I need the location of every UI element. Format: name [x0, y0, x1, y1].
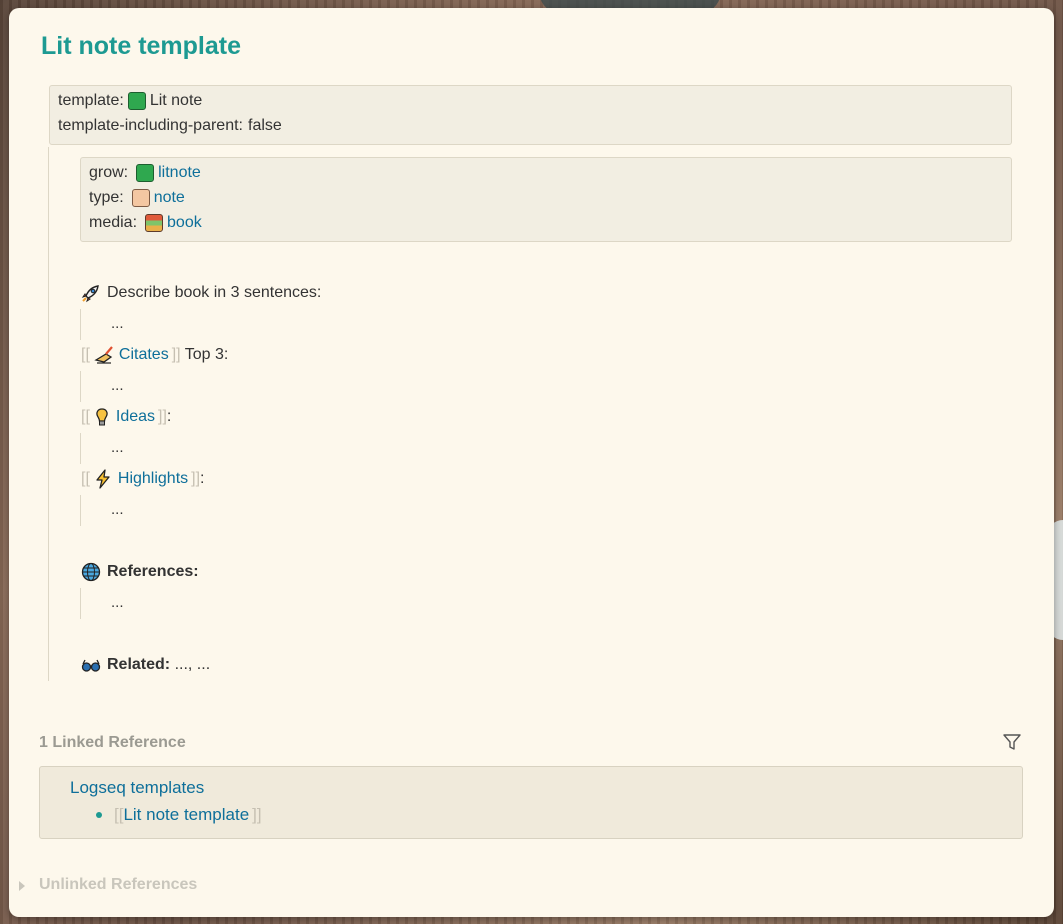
child-guide	[80, 309, 81, 340]
page-title[interactable]: Lit note template	[41, 32, 241, 61]
page-ref-bracket: ]]	[158, 408, 167, 425]
highlights-block[interactable]: [[ Highlights ]] :	[81, 469, 205, 489]
lightning-icon	[96, 469, 110, 489]
rocket-icon	[81, 285, 99, 303]
page-ref-bracket: [[	[81, 470, 90, 487]
type-property: type: note	[89, 189, 185, 207]
ideas-child[interactable]: ...	[111, 439, 124, 456]
page-ref-bracket: ]]	[252, 805, 262, 824]
highlights-child[interactable]: ...	[111, 501, 124, 518]
describe-block[interactable]: Describe book in 3 sentences:	[81, 283, 321, 303]
property-value: Lit note	[149, 92, 203, 109]
media-link[interactable]: book	[167, 214, 202, 232]
books-icon	[145, 214, 164, 232]
linked-reference-card: Logseq templates [[ Lit note template ]]	[39, 766, 1023, 839]
references-block[interactable]: References:	[81, 562, 199, 582]
unlinked-references-title[interactable]: Unlinked References	[39, 876, 197, 894]
notebook-icon	[131, 189, 150, 207]
page-ref-bracket: ]]	[191, 470, 201, 487]
citates-suffix: Top 3:	[180, 346, 229, 363]
type-link[interactable]: note	[154, 189, 185, 207]
highlights-link[interactable]: Highlights	[118, 470, 188, 488]
citates-link[interactable]: Citates	[119, 346, 169, 364]
ref-block[interactable]: [[ Lit note template ]]	[96, 805, 262, 825]
green-book-icon	[136, 164, 155, 182]
media-property: media: book	[89, 214, 202, 232]
page-card: Lit note template template: Lit note tem…	[9, 8, 1054, 917]
template-including-parent-property: template-including-parent: false	[58, 117, 282, 135]
related-value: ..., ...	[170, 656, 211, 673]
template-property: template: Lit note	[58, 92, 202, 110]
property-value: false	[248, 117, 282, 134]
page-ref-bracket: [[	[81, 346, 90, 363]
grow-property: grow: litnote	[89, 164, 201, 182]
grow-link[interactable]: litnote	[158, 164, 201, 182]
citates-child[interactable]: ...	[111, 377, 124, 394]
property-key: template:	[58, 92, 124, 109]
glasses-icon	[81, 659, 101, 672]
page-ref-bracket: [[	[114, 805, 124, 824]
property-key: grow:	[89, 164, 129, 181]
child-guide	[80, 588, 81, 619]
references-label: References:	[107, 563, 199, 580]
highlights-suffix: :	[200, 470, 205, 487]
bullet[interactable]	[96, 812, 102, 818]
globe-icon	[81, 562, 101, 582]
child-guide	[80, 433, 81, 464]
block-properties[interactable]: grow: litnote type: note media: book	[80, 157, 1012, 242]
describe-label: Describe book in 3 sentences:	[107, 284, 322, 301]
linked-references-title[interactable]: 1 Linked Reference	[39, 734, 186, 752]
lit-note-template-link[interactable]: Lit note template	[123, 805, 249, 825]
page-ref-bracket: ]]	[171, 346, 181, 363]
references-child[interactable]: ...	[111, 594, 124, 611]
ref-page-link[interactable]: Logseq templates	[70, 778, 204, 798]
template-properties[interactable]: template: Lit note template-including-pa…	[49, 85, 1012, 145]
related-block[interactable]: Related: ..., ...	[81, 655, 210, 675]
ideas-suffix: :	[166, 408, 172, 425]
page-ref-bracket: [[	[81, 408, 90, 425]
property-key: media:	[89, 214, 138, 231]
child-guide	[80, 495, 81, 526]
property-key: type:	[89, 189, 124, 206]
filter-icon[interactable]	[1001, 731, 1023, 753]
outline-guide	[48, 147, 49, 681]
ideas-block[interactable]: [[ Ideas ]] :	[81, 407, 171, 427]
child-guide	[80, 371, 81, 402]
writing-hand-icon	[94, 346, 113, 364]
describe-child[interactable]: ...	[111, 315, 124, 332]
citates-block[interactable]: [[ Citates ]] Top 3:	[81, 345, 228, 365]
lightbulb-icon	[96, 408, 108, 426]
related-label: Related:	[107, 656, 171, 673]
expand-arrow-icon[interactable]	[19, 881, 25, 891]
property-key: template-including-parent:	[58, 117, 243, 134]
ideas-link[interactable]: Ideas	[116, 408, 155, 426]
green-book-icon	[127, 92, 146, 110]
